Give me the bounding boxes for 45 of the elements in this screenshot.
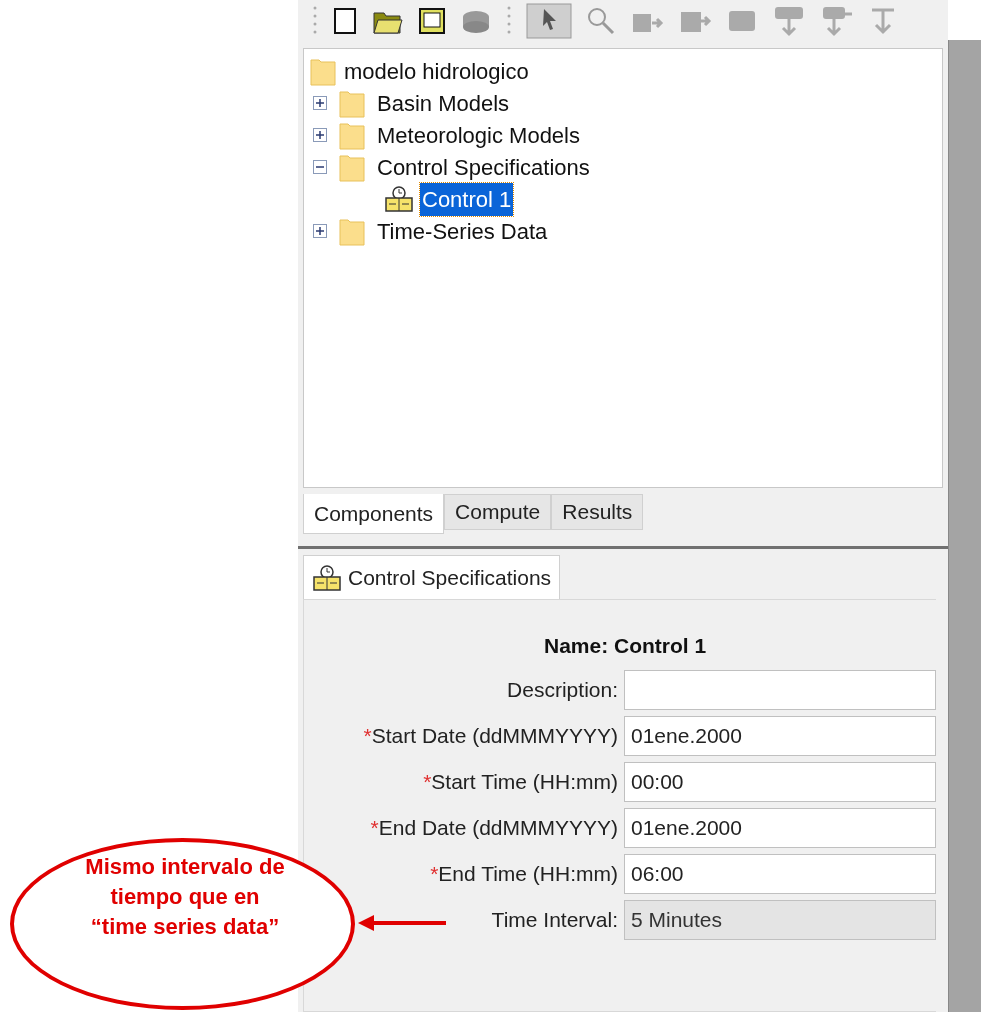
input-field[interactable]: 01ene.2000 <box>624 715 936 756</box>
field-label: Description: <box>507 676 618 703</box>
required-mark: * <box>370 814 379 841</box>
tree-item[interactable]: Meteorologic Models <box>375 118 582 152</box>
split-arrow-icon[interactable] <box>820 4 854 38</box>
tree-item[interactable]: Control Specifications <box>375 150 592 184</box>
pointer-tool-icon[interactable] <box>526 3 572 39</box>
clock-calendar-icon <box>312 563 342 592</box>
tree-item[interactable]: Time-Series Data <box>375 214 550 248</box>
interval-dropdown[interactable]: 5 Minutes <box>624 899 936 940</box>
collapse-icon[interactable] <box>313 160 327 174</box>
field-label: Start Time (HH:mm) <box>431 768 618 795</box>
expand-icon[interactable] <box>313 224 327 238</box>
tab[interactable]: Results <box>551 494 644 530</box>
input-field[interactable]: 01ene.2000 <box>624 807 936 848</box>
clock-calendar-icon <box>384 185 414 213</box>
save-icon[interactable] <box>418 7 446 35</box>
zoom-icon[interactable] <box>586 6 616 36</box>
new-file-icon[interactable] <box>332 7 358 35</box>
field-label: End Date (ddMMMYYYY) <box>378 814 618 841</box>
folder-icon <box>339 216 365 246</box>
expand-icon[interactable] <box>313 128 327 142</box>
field-label: End Time (HH:mm) <box>438 860 618 887</box>
tree-item[interactable]: Basin Models <box>375 86 512 120</box>
editor-tab[interactable]: Control Specifications <box>303 555 561 599</box>
input-field[interactable]: 06:00 <box>624 853 936 894</box>
input-field[interactable]: 00:00 <box>624 761 936 802</box>
required-mark: * <box>363 722 372 749</box>
folder-icon <box>339 120 365 150</box>
expand-icon[interactable] <box>313 96 327 110</box>
tree-item[interactable]: Control 1 <box>420 182 514 216</box>
down-arrow-icon[interactable] <box>772 4 806 38</box>
tab[interactable]: Compute <box>444 494 552 530</box>
annotation-text: Mismo intervalo de tiempo que en “time series data” <box>84 853 286 941</box>
required-mark: * <box>423 768 432 795</box>
required-mark: * <box>430 860 439 887</box>
tab[interactable]: Components <box>303 494 445 534</box>
folder-icon <box>339 88 365 118</box>
input-field[interactable] <box>624 669 936 710</box>
tree-item[interactable]: modelo hidrologico <box>344 54 529 88</box>
field-label: Time Interval: <box>491 906 618 933</box>
form-title: Name: Control 1 <box>543 633 708 659</box>
folder-icon <box>310 56 336 86</box>
folder-icon <box>339 152 365 182</box>
field-label: Start Date (ddMMMYYYY) <box>371 722 618 749</box>
